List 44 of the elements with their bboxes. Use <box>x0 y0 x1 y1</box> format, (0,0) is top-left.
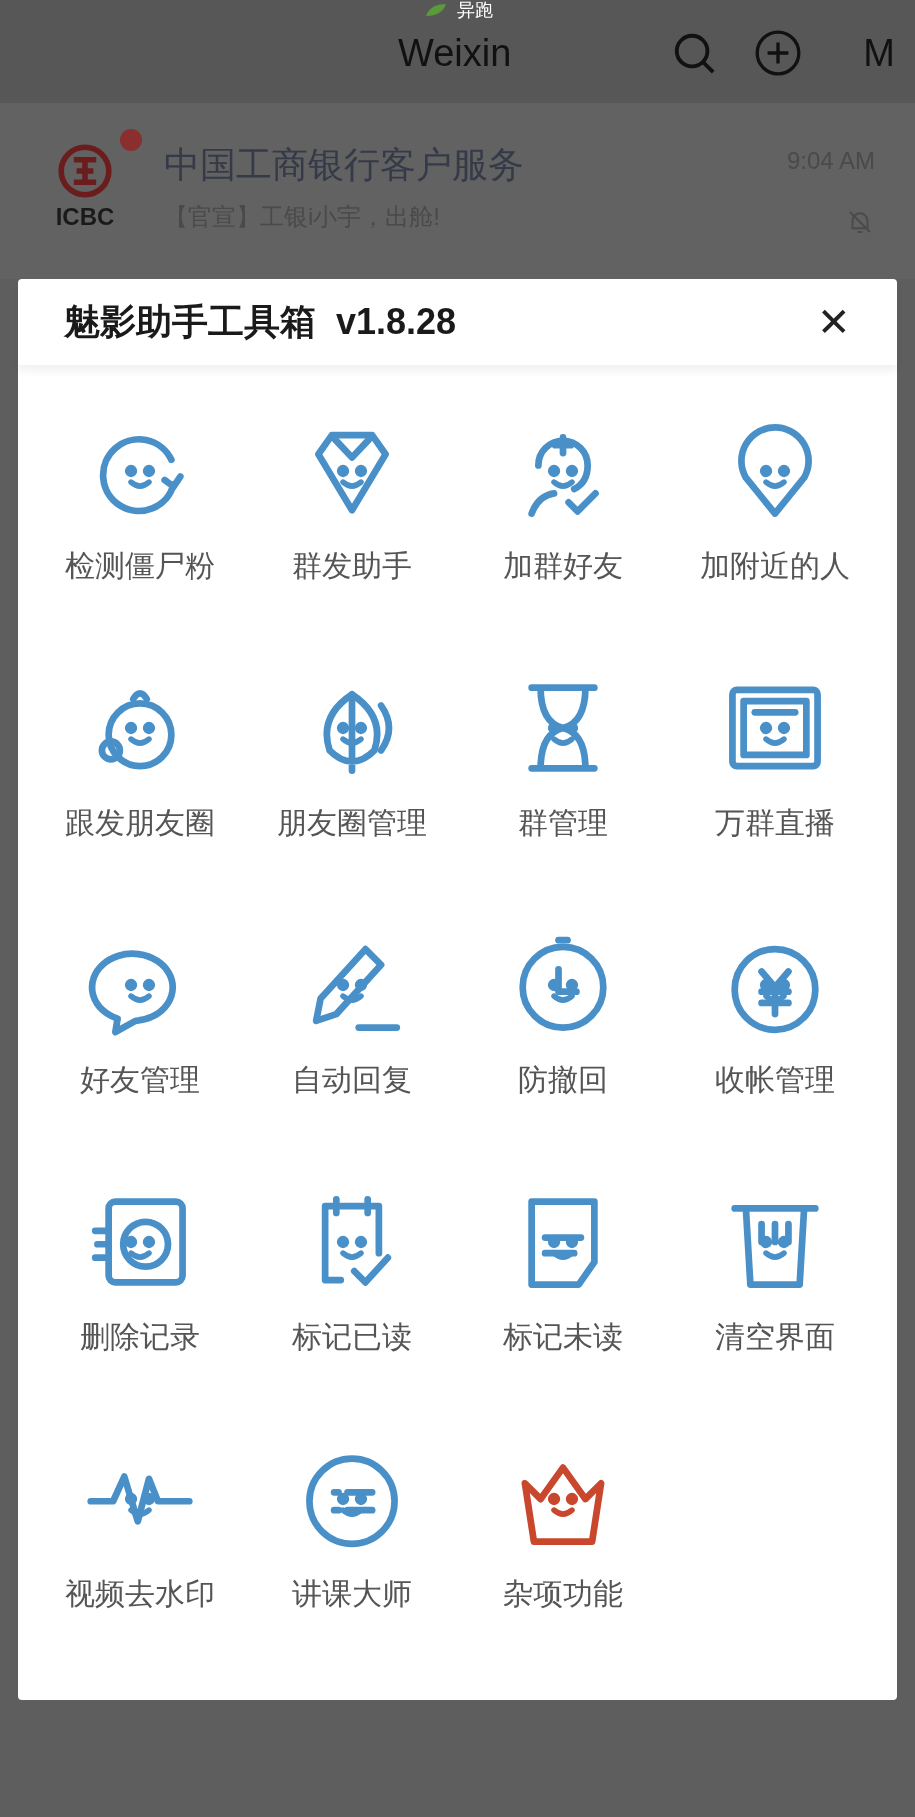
bank-logo-icon <box>57 143 113 199</box>
tool-item[interactable]: 讲课大师 <box>245 1443 458 1700</box>
tool-item[interactable]: 收帐管理 <box>669 929 881 1186</box>
tool-item[interactable]: 自动回复 <box>245 929 458 1186</box>
tool-label: 加群好友 <box>503 548 624 584</box>
tool-item[interactable]: 加附近的人 <box>669 415 881 672</box>
tool-label: 万群直播 <box>715 805 836 841</box>
close-button[interactable]: ✕ <box>817 302 851 342</box>
tool-item[interactable]: 好友管理 <box>34 929 246 1186</box>
tool-item[interactable]: 视频去水印 <box>34 1443 246 1700</box>
dialog-title: 魅影助手工具箱 v1.8.28 <box>64 300 457 344</box>
tool-item[interactable]: 标记已读 <box>245 1186 458 1443</box>
tool-item[interactable]: 杂项功能 <box>457 1443 670 1700</box>
tool-label: 防撤回 <box>518 1062 609 1098</box>
tool-label: 加附近的人 <box>700 548 851 584</box>
tool-item[interactable]: 加群好友 <box>457 415 670 672</box>
tool-item[interactable]: 群发助手 <box>245 415 458 672</box>
logo-text: ICBC <box>55 202 115 232</box>
tool-label: 好友管理 <box>79 1062 200 1098</box>
tool-item[interactable]: 跟发朋友圈 <box>34 672 246 929</box>
tool-item[interactable]: 标记未读 <box>457 1186 670 1443</box>
tool-label: 删除记录 <box>79 1319 200 1355</box>
tool-item[interactable]: 万群直播 <box>669 672 881 929</box>
tool-label: 视频去水印 <box>64 1576 215 1612</box>
tool-label: 朋友圈管理 <box>276 805 427 841</box>
tool-label: 清空界面 <box>715 1319 836 1355</box>
tool-item[interactable]: 检测僵尸粉 <box>34 415 246 672</box>
tool-label: 跟发朋友圈 <box>64 805 215 841</box>
tool-label: 自动回复 <box>291 1062 412 1098</box>
tool-item[interactable]: 删除记录 <box>34 1186 246 1443</box>
tool-item[interactable]: 朋友圈管理 <box>245 672 458 929</box>
status-text: 异跑 <box>456 0 493 20</box>
tool-label: 标记已读 <box>291 1319 412 1355</box>
tool-item[interactable]: 群管理 <box>457 672 670 929</box>
tool-label: 群管理 <box>518 805 609 841</box>
tool-item[interactable]: 清空界面 <box>669 1186 881 1443</box>
tool-label: 群发助手 <box>291 548 412 584</box>
tool-label: 收帐管理 <box>715 1062 836 1098</box>
tool-label: 检测僵尸粉 <box>64 548 215 584</box>
tool-label: 杂项功能 <box>503 1576 624 1612</box>
tool-label: 标记未读 <box>503 1319 624 1355</box>
tool-label: 讲课大师 <box>291 1576 412 1612</box>
tool-item[interactable]: 防撤回 <box>457 929 670 1186</box>
app-title: Weixin <box>398 30 512 76</box>
